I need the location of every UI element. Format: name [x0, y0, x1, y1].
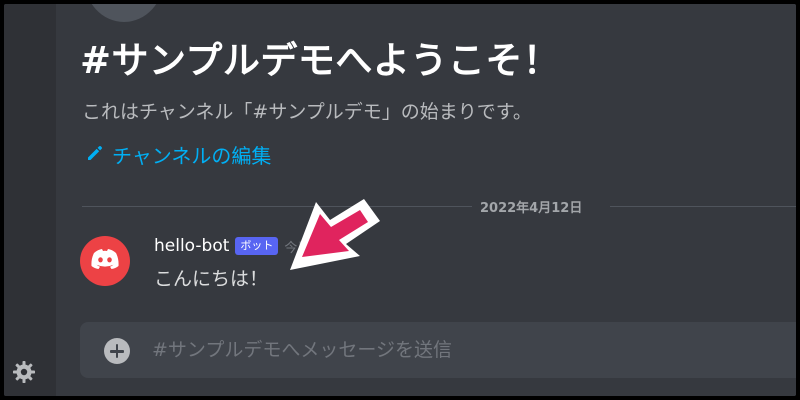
message-header: hello-bot ボット 今日 09	[154, 236, 331, 256]
gear-icon[interactable]	[12, 360, 36, 384]
channel-icon	[84, 4, 164, 22]
welcome-subtitle: これはチャンネル「#サンプルデモ」の始まりです。	[82, 101, 532, 123]
message-input[interactable]	[152, 335, 792, 365]
date-divider: 2022年4月12日	[82, 196, 796, 216]
pencil-icon	[86, 143, 104, 167]
message-composer	[80, 322, 796, 378]
edit-channel-label: チャンネルの編集	[112, 144, 272, 168]
avatar[interactable]	[80, 236, 130, 286]
app-window: #サンプルデモへようこそ！ これはチャンネル「#サンプルデモ」の始まりです。 チ…	[0, 0, 800, 400]
welcome-title: #サンプルデモへようこそ！	[80, 39, 561, 82]
discord-logo-icon	[90, 247, 120, 275]
channel-view: #サンプルデモへようこそ！ これはチャンネル「#サンプルデモ」の始まりです。 チ…	[56, 4, 796, 396]
edit-channel-link[interactable]: チャンネルの編集	[86, 140, 271, 169]
divider-line-right	[610, 206, 796, 207]
date-label: 2022年4月12日	[480, 201, 583, 216]
left-sidebar	[4, 4, 56, 396]
bot-tag: ボット	[235, 237, 279, 255]
message-item: hello-bot ボット 今日 09 こんにちは！	[80, 232, 780, 292]
plus-circle-icon[interactable]	[104, 338, 130, 364]
author-name[interactable]: hello-bot	[154, 236, 229, 256]
divider-line-left	[82, 206, 472, 207]
message-text: こんにちは！	[154, 268, 269, 290]
message-timestamp: 今日 09	[284, 240, 332, 256]
